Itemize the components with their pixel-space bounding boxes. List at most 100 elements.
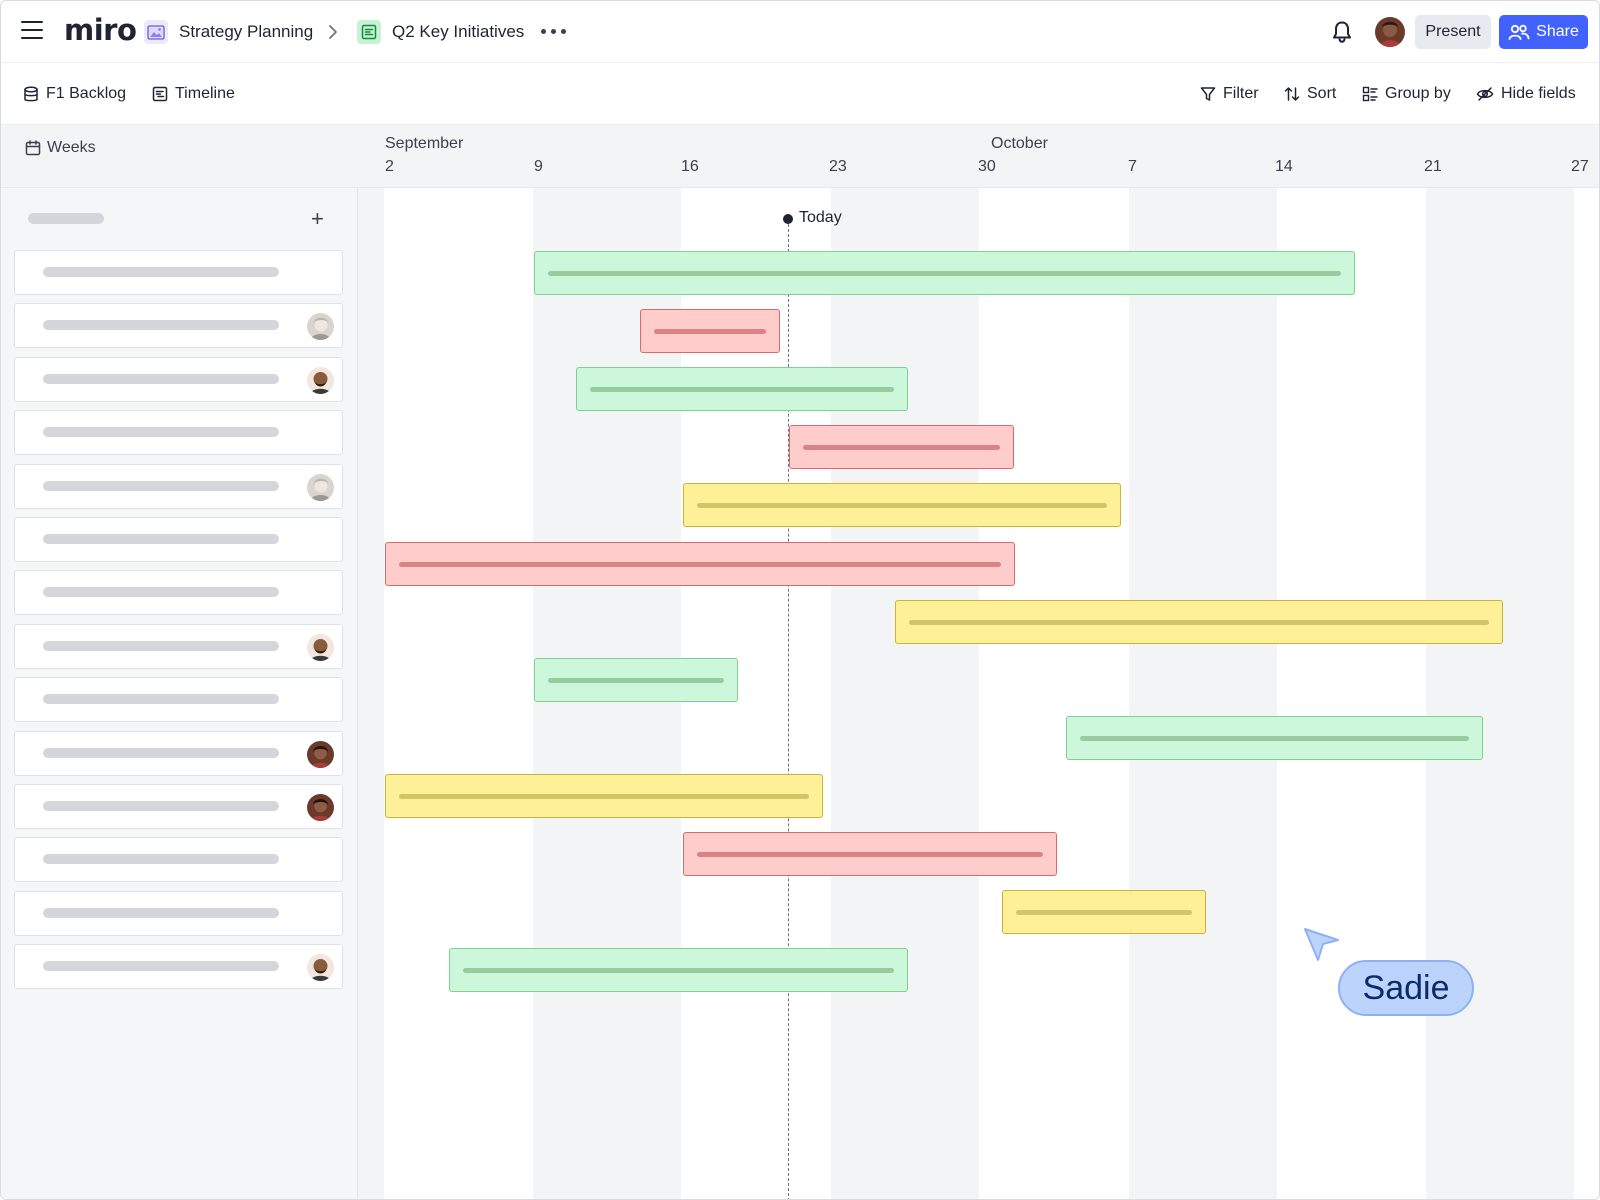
- timeline-bar-green[interactable]: [1066, 715, 1483, 760]
- timeline-bar-yellow[interactable]: [895, 599, 1503, 644]
- week-column-shade: [1129, 188, 1277, 1199]
- timeline-bar-red[interactable]: [789, 425, 1014, 470]
- list-item[interactable]: [14, 250, 343, 295]
- bar-title-placeholder: [590, 387, 894, 393]
- group-by-button[interactable]: Group by: [1362, 83, 1451, 105]
- list-item[interactable]: [14, 784, 343, 829]
- collaborator-name-tag: Sadie: [1338, 960, 1474, 1016]
- timeline-bar-green[interactable]: [449, 948, 908, 993]
- backlog-button[interactable]: F1 Backlog: [23, 83, 126, 105]
- list-item[interactable]: [14, 303, 343, 349]
- timeline-bar-green[interactable]: [534, 657, 738, 702]
- item-title-placeholder: [43, 747, 279, 758]
- breadcrumb-board[interactable]: Strategy Planning: [144, 19, 313, 45]
- users-icon: [1508, 24, 1530, 40]
- bar-title-placeholder: [697, 852, 1043, 857]
- table-icon: [357, 20, 381, 44]
- bar-title-placeholder: [399, 793, 809, 799]
- list-item[interactable]: [14, 730, 343, 776]
- breadcrumb-label: Strategy Planning: [179, 22, 314, 41]
- bar-title-placeholder: [399, 561, 1001, 567]
- breadcrumb-page[interactable]: Q2 Key Initiatives: [357, 19, 524, 45]
- database-icon: [24, 85, 38, 101]
- bar-title-placeholder: [463, 968, 894, 974]
- share-label: Share: [1536, 23, 1579, 40]
- timeline-label: Timeline: [175, 85, 235, 102]
- sort-label: Sort: [1307, 85, 1337, 102]
- assignee-avatar[interactable]: [307, 740, 334, 768]
- assignee-avatar[interactable]: [307, 366, 334, 394]
- list-item[interactable]: [14, 463, 343, 509]
- sort-icon: [1284, 87, 1300, 101]
- today-line: [788, 219, 789, 1199]
- day-label: 7: [1128, 158, 1137, 175]
- bell-icon[interactable]: [1331, 20, 1353, 44]
- day-label: 30: [978, 158, 996, 175]
- month-label: September: [385, 135, 464, 152]
- menu-icon[interactable]: [21, 21, 43, 41]
- day-label: 16: [681, 158, 699, 175]
- filter-button[interactable]: Filter: [1200, 83, 1259, 105]
- view-toolbar: [1, 63, 1599, 125]
- assignee-avatar[interactable]: [307, 313, 334, 341]
- item-title-placeholder: [43, 534, 279, 544]
- user-avatar[interactable]: [1375, 17, 1405, 47]
- present-button[interactable]: Present: [1415, 15, 1491, 49]
- hide-fields-label: Hide fields: [1501, 85, 1576, 102]
- breadcrumb-label: Q2 Key Initiatives: [392, 22, 525, 41]
- miro-board-window: miro Strategy Planning Q2 Key Initiative…: [0, 0, 1600, 1200]
- bar-title-placeholder: [1016, 910, 1192, 916]
- bar-title-placeholder: [1080, 735, 1469, 741]
- add-item-button[interactable]: +: [311, 207, 324, 231]
- week-column-shade: [1426, 188, 1574, 1199]
- sort-button[interactable]: Sort: [1284, 83, 1336, 105]
- day-label: 2: [385, 158, 394, 175]
- list-item[interactable]: [14, 570, 343, 616]
- miro-logo[interactable]: miro: [64, 13, 137, 47]
- timeline-bar-yellow[interactable]: [683, 483, 1121, 528]
- list-item[interactable]: [14, 944, 343, 990]
- item-title-placeholder: [43, 854, 279, 865]
- assignee-avatar[interactable]: [307, 794, 334, 821]
- timeline-header: [1, 125, 1599, 188]
- today-marker: [783, 214, 793, 224]
- timeline-bar-yellow[interactable]: [385, 773, 823, 818]
- backlog-label: F1 Backlog: [46, 85, 127, 102]
- timeline-bar-green[interactable]: [534, 251, 1355, 295]
- list-item[interactable]: [14, 517, 343, 562]
- item-title-placeholder: [43, 320, 279, 331]
- scale-selector[interactable]: Weeks: [25, 139, 96, 157]
- item-title-placeholder: [43, 587, 279, 598]
- timeline-bar-yellow[interactable]: [1002, 890, 1206, 935]
- item-title-placeholder: [43, 694, 279, 705]
- hide-fields-button[interactable]: Hide fields: [1476, 83, 1576, 105]
- board-icon: [144, 20, 168, 44]
- list-item[interactable]: [14, 890, 343, 936]
- timeline-bar-red[interactable]: [385, 541, 1015, 586]
- assignee-avatar[interactable]: [307, 473, 334, 501]
- item-title-placeholder: [43, 801, 279, 811]
- item-title-placeholder: [43, 961, 279, 972]
- bar-title-placeholder: [654, 329, 766, 335]
- share-button[interactable]: Share: [1499, 15, 1588, 49]
- list-item[interactable]: [14, 623, 343, 669]
- today-label: Today: [799, 209, 842, 226]
- list-item[interactable]: [14, 837, 343, 883]
- assignee-avatar[interactable]: [307, 954, 334, 982]
- month-label: October: [991, 135, 1048, 152]
- timeline-bar-red[interactable]: [683, 832, 1057, 876]
- item-title-placeholder: [43, 640, 279, 651]
- assignee-avatar[interactable]: [307, 633, 334, 661]
- list-item[interactable]: [14, 356, 343, 402]
- item-title-placeholder: [43, 267, 279, 277]
- timeline-icon: [152, 86, 168, 102]
- list-item[interactable]: [14, 410, 343, 456]
- more-options-icon[interactable]: [541, 29, 566, 34]
- timeline-bar-green[interactable]: [576, 367, 908, 412]
- list-item[interactable]: [14, 677, 343, 723]
- timeline-bar-red[interactable]: [640, 309, 780, 354]
- day-label: 23: [829, 158, 847, 175]
- timeline-button[interactable]: Timeline: [152, 83, 235, 105]
- group-by-label: Group by: [1385, 85, 1451, 102]
- item-title-placeholder: [43, 907, 279, 918]
